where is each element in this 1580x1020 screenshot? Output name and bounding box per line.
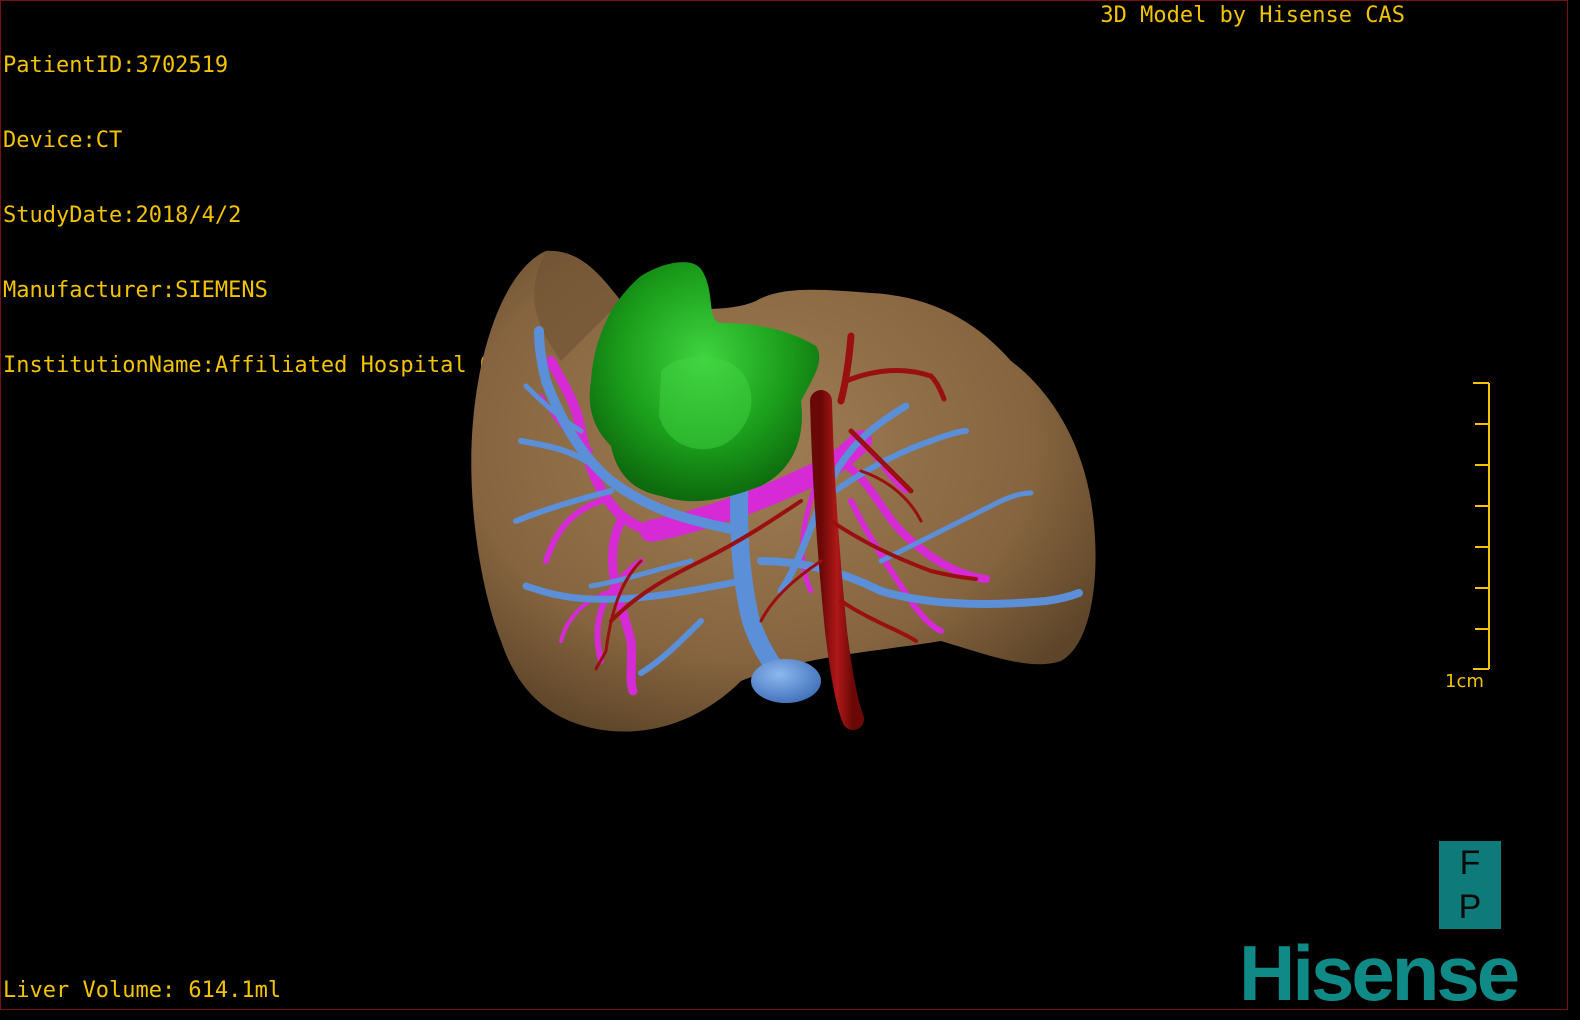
hisense-logo: Hisense [1239, 929, 1520, 1010]
scale-bar [1473, 382, 1490, 670]
3d-viewport[interactable]: PatientID:3702519 Device:CT StudyDate:20… [0, 0, 1568, 1010]
liver-volume-readout: Liver Volume: 614.1ml [3, 978, 282, 1003]
orientation-marker-top: F [1439, 841, 1501, 885]
scale-bar-label: 1cm [1445, 671, 1484, 692]
orientation-marker-bottom: P [1439, 885, 1501, 929]
